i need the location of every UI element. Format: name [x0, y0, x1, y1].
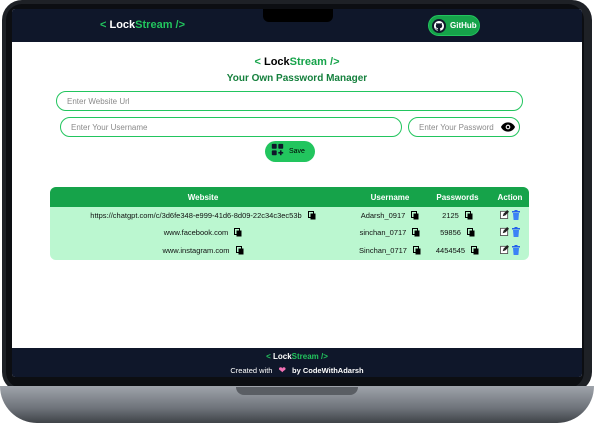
created-with-text: Created with [230, 366, 273, 375]
username-input[interactable]: Enter Your Username [60, 117, 402, 137]
laptop-base-groove [236, 387, 358, 395]
save-button[interactable]: Save [265, 141, 315, 162]
delete-icon[interactable] [512, 226, 520, 239]
username-cell: Sinchan_0717 [356, 246, 424, 255]
password-placeholder: Enter Your Password [419, 122, 494, 132]
edit-icon[interactable] [500, 227, 509, 238]
action-cell [491, 244, 529, 257]
table-row: www.facebook.com sinchan_0717 59856 [50, 224, 529, 241]
website-link[interactable]: https://chatgpt.com/c/3d6fe348-e999-41d6… [90, 211, 301, 220]
save-label: Save [289, 148, 305, 155]
app-screen: < LockStream /> GitHub < LockStream /> Y… [12, 9, 582, 377]
website-url-placeholder: Enter Website Url [67, 96, 130, 106]
password-value: 4454545 [435, 246, 466, 255]
password-value: 2125 [442, 211, 459, 220]
copy-icon[interactable] [412, 246, 421, 255]
website-link[interactable]: www.facebook.com [164, 228, 229, 237]
heart-icon: ❤ [278, 365, 287, 375]
website-cell: www.facebook.com [50, 228, 356, 237]
logo-bracket-right: /> [318, 352, 328, 361]
laptop-base [0, 386, 594, 423]
username-value: Adarsh_0917 [360, 211, 406, 220]
camera-notch [263, 9, 333, 22]
logo-lock: Lock [272, 352, 292, 361]
username-placeholder: Enter Your Username [71, 122, 148, 132]
password-value: 59856 [440, 228, 461, 237]
action-cell [491, 226, 529, 239]
page-subtitle: Your Own Password Manager [226, 73, 368, 84]
logo-stream: Stream [291, 352, 319, 361]
copy-icon[interactable] [412, 228, 420, 237]
copy-icon[interactable] [411, 211, 419, 220]
password-cell: 2125 [424, 211, 491, 220]
author-text: by CodeWithAdarsh [292, 366, 364, 375]
table-row: www.instagram.com Sinchan_0717 4454545 [50, 241, 529, 260]
table-row: https://chatgpt.com/c/3d6fe348-e999-41d6… [50, 207, 529, 224]
username-cell: Adarsh_0917 [356, 211, 424, 220]
header-action: Action [497, 192, 523, 202]
username-cell: sinchan_0717 [356, 228, 424, 237]
github-icon [432, 18, 446, 33]
nav-logo[interactable]: < LockStream /> [100, 19, 185, 31]
action-cell [491, 209, 529, 222]
website-link[interactable]: www.instagram.com [162, 246, 229, 255]
username-value: Sinchan_0717 [359, 246, 407, 255]
copy-icon[interactable] [466, 228, 475, 237]
header-passwords: Passwords [436, 192, 479, 202]
page-logo: < LockStream /> [12, 56, 582, 68]
website-cell: www.instagram.com [50, 246, 356, 255]
laptop-frame: < LockStream /> GitHub < LockStream /> Y… [0, 0, 594, 423]
github-button[interactable]: GitHub [428, 15, 480, 36]
website-url-input[interactable]: Enter Website Url [56, 91, 523, 111]
copy-icon[interactable] [307, 211, 316, 220]
logo-bracket-left: < [266, 352, 273, 361]
copy-icon[interactable] [464, 211, 473, 220]
header-website: Website [187, 192, 219, 202]
eye-icon[interactable] [500, 120, 516, 134]
password-cell: 59856 [424, 228, 491, 237]
footer-logo: < LockStream /> [12, 352, 582, 361]
logo-bracket-right: /> [172, 19, 186, 31]
password-cell: 4454545 [424, 246, 491, 255]
logo-lock: Lock [109, 19, 136, 31]
logo-stream: Stream [135, 19, 173, 31]
logo-lock: Lock [263, 56, 290, 68]
edit-icon[interactable] [500, 210, 509, 221]
logo-bracket-left: < [254, 56, 264, 68]
footer: < LockStream /> Created with ❤ by CodeWith… [12, 348, 582, 377]
delete-icon[interactable] [512, 244, 520, 257]
username-value: sinchan_0717 [359, 228, 407, 237]
footer-credit: Created with ❤ by CodeWithAdarsh [12, 365, 582, 376]
logo-bracket-right: /> [326, 56, 340, 68]
passwords-table: Website Username Passwords Action https:… [50, 187, 529, 260]
github-label: GitHub [450, 21, 477, 30]
edit-icon[interactable] [500, 245, 509, 256]
logo-stream: Stream [289, 56, 327, 68]
delete-icon[interactable] [512, 209, 520, 222]
copy-icon[interactable] [471, 246, 479, 255]
table-header: Website Username Passwords Action [50, 187, 529, 207]
copy-icon[interactable] [234, 228, 242, 237]
website-cell: https://chatgpt.com/c/3d6fe348-e999-41d6… [50, 211, 356, 220]
add-icon [271, 143, 284, 161]
copy-icon[interactable] [235, 246, 244, 255]
header-username: Username [370, 192, 410, 202]
